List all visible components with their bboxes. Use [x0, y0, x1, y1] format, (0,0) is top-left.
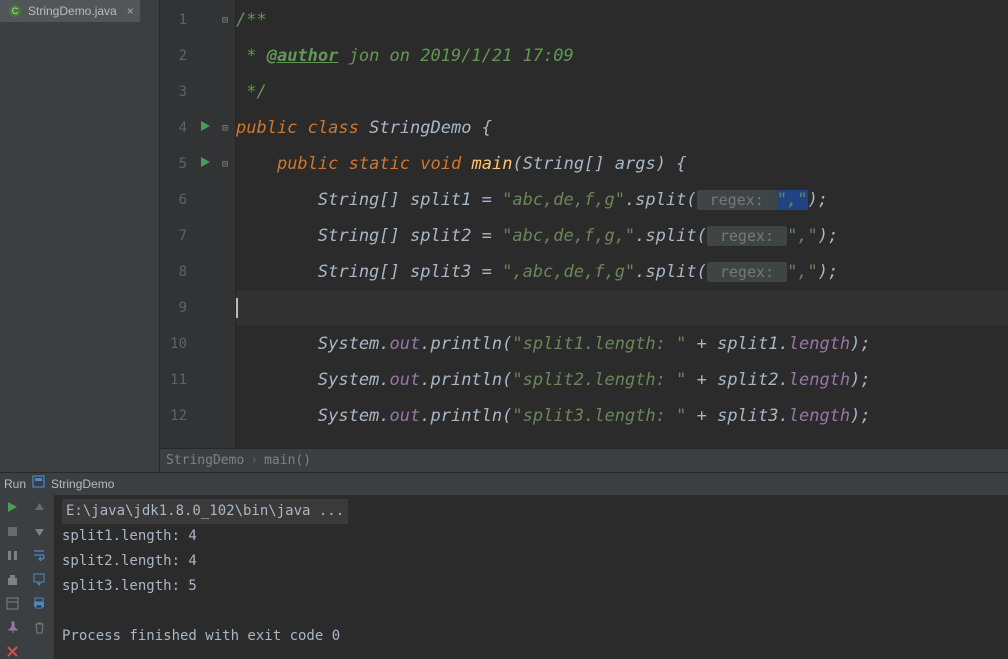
console-line: split1.length: 4 — [62, 524, 1000, 549]
line-number[interactable]: 3 — [160, 74, 195, 110]
line-number[interactable]: 10 — [160, 326, 195, 362]
gutter: 1 2 3 4 5 6 7 8 9 10 11 12 — [160, 0, 236, 448]
console-line — [62, 599, 1000, 624]
line-number[interactable]: 2 — [160, 38, 195, 74]
close-icon[interactable] — [4, 643, 20, 659]
scroll-to-end-icon[interactable] — [31, 571, 47, 587]
run-tool-window: Run StringDemo E: — [0, 472, 1008, 659]
fold-toggle-icon[interactable]: ⊟ — [222, 123, 228, 134]
run-config-name[interactable]: StringDemo — [51, 473, 114, 495]
line-number[interactable]: 5 — [160, 146, 195, 182]
fold-toggle-icon[interactable]: ⊟ — [222, 159, 228, 170]
gutter-markers — [195, 0, 215, 448]
line-number[interactable]: 8 — [160, 254, 195, 290]
print-icon[interactable] — [31, 595, 47, 611]
clear-all-icon[interactable] — [31, 619, 47, 635]
top-section: C StringDemo.java × 1 2 3 4 5 6 — [0, 0, 1008, 472]
down-stack-icon[interactable] — [31, 523, 47, 539]
chevron-right-icon: › — [250, 453, 258, 468]
ide-root: C StringDemo.java × 1 2 3 4 5 6 — [0, 0, 1008, 659]
editor-tab-bar: C StringDemo.java × — [0, 0, 159, 22]
console-line: split2.length: 4 — [62, 549, 1000, 574]
run-header: Run StringDemo — [0, 473, 1008, 495]
console-command-line: E:\java\jdk1.8.0_102\bin\java ... — [62, 499, 348, 524]
text-caret — [236, 298, 238, 318]
line-number[interactable]: 6 — [160, 182, 195, 218]
console-exit-line: Process finished with exit code 0 — [62, 624, 1000, 649]
pause-icon[interactable] — [4, 547, 20, 563]
stop-icon[interactable] — [4, 523, 20, 539]
project-sidebar: C StringDemo.java × — [0, 0, 160, 472]
fold-toggle-icon[interactable]: ⊟ — [222, 15, 228, 26]
breadcrumb-class[interactable]: StringDemo — [166, 453, 244, 468]
breadcrumb[interactable]: StringDemo › main() — [160, 448, 1008, 472]
run-gutter-icon[interactable] — [199, 156, 211, 172]
console-line: split3.length: 5 — [62, 574, 1000, 599]
console-output[interactable]: E:\java\jdk1.8.0_102\bin\java ... split1… — [54, 495, 1008, 659]
restore-layout-icon[interactable] — [4, 595, 20, 611]
editor-area: 1 2 3 4 5 6 7 8 9 10 11 12 — [160, 0, 1008, 472]
fold-column: ⊟ ⊟ ⊟ — [215, 0, 235, 448]
run-gutter-icon[interactable] — [199, 120, 211, 136]
application-icon — [32, 473, 45, 495]
editor-body[interactable]: 1 2 3 4 5 6 7 8 9 10 11 12 — [160, 0, 1008, 448]
line-number[interactable]: 12 — [160, 398, 195, 434]
line-number-column: 1 2 3 4 5 6 7 8 9 10 11 12 — [160, 0, 195, 448]
run-toolbar-secondary — [24, 495, 54, 659]
line-number[interactable]: 7 — [160, 218, 195, 254]
line-number[interactable]: 4 — [160, 110, 195, 146]
line-number[interactable]: 11 — [160, 362, 195, 398]
editor-tab-stringdemo[interactable]: C StringDemo.java × — [0, 0, 140, 22]
code-text[interactable]: /** * @author jon on 2019/1/21 17:09 */ … — [236, 0, 1008, 448]
up-stack-icon[interactable] — [31, 499, 47, 515]
breadcrumb-method[interactable]: main() — [264, 453, 311, 468]
line-number[interactable]: 1 — [160, 2, 195, 38]
line-number[interactable]: 9 — [160, 290, 195, 326]
soft-wrap-icon[interactable] — [31, 547, 47, 563]
run-body: E:\java\jdk1.8.0_102\bin\java ... split1… — [0, 495, 1008, 659]
rerun-icon[interactable] — [4, 499, 20, 515]
run-label: Run — [4, 473, 26, 495]
class-icon: C — [8, 4, 22, 18]
svg-text:C: C — [12, 6, 19, 16]
close-icon[interactable]: × — [127, 4, 134, 18]
editor-tab-label: StringDemo.java — [28, 4, 117, 18]
pin-icon[interactable] — [4, 619, 20, 635]
code-token: /** — [236, 10, 267, 30]
run-toolbar-left — [0, 495, 24, 659]
dump-threads-icon[interactable] — [4, 571, 20, 587]
